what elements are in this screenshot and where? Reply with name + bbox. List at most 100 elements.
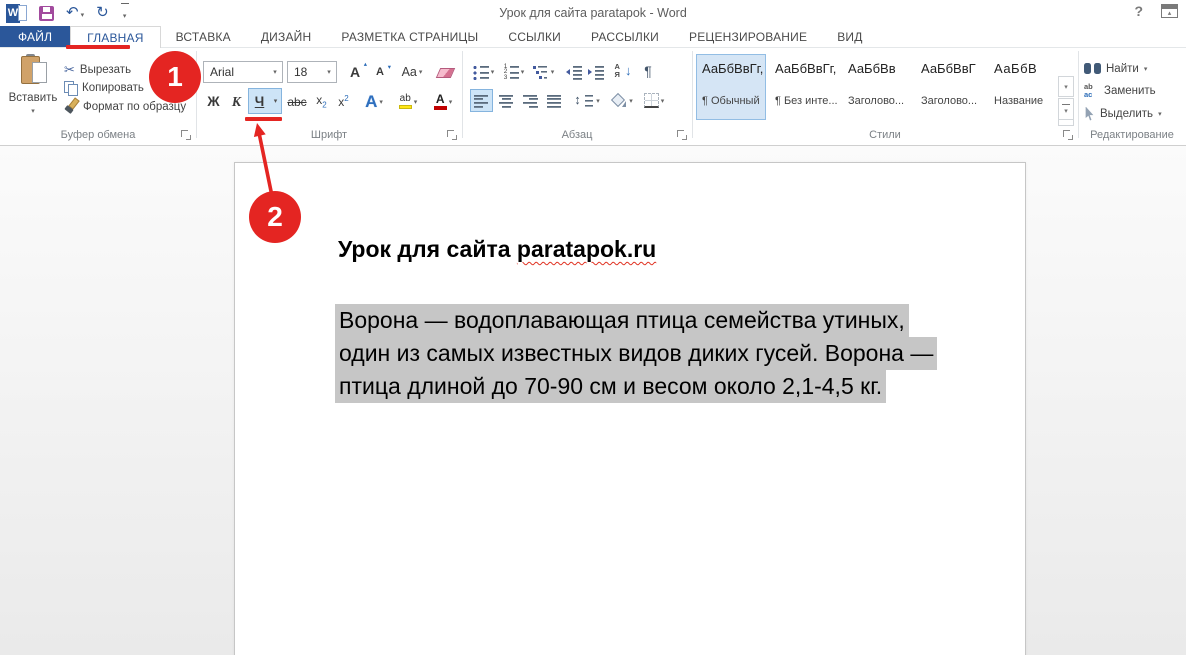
show-paragraph-marks-button[interactable]: ¶ xyxy=(638,61,658,81)
shrink-font-button[interactable]: А ▾ xyxy=(368,60,392,84)
multilevel-list-button[interactable]: ▾ xyxy=(530,62,557,82)
italic-button[interactable]: К xyxy=(226,90,247,113)
superscript-button[interactable]: x2 xyxy=(333,90,354,113)
redo-icon[interactable]: ↻ xyxy=(96,5,109,21)
borders-button[interactable]: ▾ xyxy=(640,89,668,112)
bullets-icon xyxy=(472,64,489,80)
underline-dropdown-icon[interactable]: ▾ xyxy=(270,97,281,105)
tab-home[interactable]: ГЛАВНАЯ xyxy=(70,26,161,48)
style-heading1[interactable]: АаБбВв Заголово... xyxy=(842,54,912,120)
align-right-button[interactable] xyxy=(519,89,542,112)
tab-file[interactable]: ФАЙЛ xyxy=(0,26,71,47)
sort-button[interactable]: А Я ↓ xyxy=(612,61,634,81)
underline-button[interactable]: Ч ▾ xyxy=(248,88,282,114)
change-case-button[interactable]: Aa ▾ xyxy=(396,60,428,84)
window-title: Урок для сайта paratapok - Word xyxy=(499,6,687,20)
word-logo-icon: W xyxy=(6,3,27,23)
paragraph-line[interactable]: птица длиной до 70-90 см и весом около 2… xyxy=(335,370,887,403)
tab-view[interactable]: ВИД xyxy=(822,26,877,47)
paragraph-line[interactable]: Ворона — водоплавающая птица семейства у… xyxy=(335,304,909,337)
justify-button[interactable] xyxy=(543,89,566,112)
format-painter-button[interactable]: Формат по образцу xyxy=(64,98,186,115)
tab-insert[interactable]: ВСТАВКА xyxy=(161,26,246,47)
clipboard-group-label: Буфер обмена xyxy=(60,129,136,141)
shading-button[interactable]: ▾ xyxy=(608,89,636,112)
paste-label: Вставить xyxy=(8,92,58,104)
styles-dialog-launcher-icon[interactable] xyxy=(1063,130,1073,140)
clear-formatting-button[interactable] xyxy=(434,60,456,84)
bold-button[interactable]: Ж xyxy=(203,90,224,113)
tab-references[interactable]: ССЫЛКИ xyxy=(493,26,576,47)
undo-dropdown-icon[interactable]: ▾ xyxy=(81,12,85,19)
clipboard-icon xyxy=(18,54,48,88)
decrease-indent-button[interactable] xyxy=(564,62,584,82)
pilcrow-icon: ¶ xyxy=(644,63,652,79)
highlight-icon: ab xyxy=(398,94,412,109)
copy-button[interactable]: Копировать xyxy=(64,79,144,96)
styles-scroll-down-icon[interactable]: ▾ xyxy=(1058,76,1074,97)
cut-button[interactable]: ✂ Вырезать xyxy=(64,61,131,78)
increase-indent-icon xyxy=(588,64,604,80)
editing-group-label: Редактирование xyxy=(1090,129,1174,141)
group-styles: АаБбВвГг, ¶ Обычный АаБбВвГг, ¶ Без инте… xyxy=(692,48,1078,145)
text-effects-button[interactable]: А ▾ xyxy=(359,90,389,113)
font-name-combobox[interactable]: Arial ▾ xyxy=(203,61,283,83)
customize-qat-button[interactable]: ▾ xyxy=(120,3,129,23)
title-bar: W ↶ ▾ ↻ ▾ Урок для сайта paratapok - Word… xyxy=(0,0,1186,26)
styles-more-icon[interactable]: ▾ xyxy=(1058,98,1074,120)
style-normal[interactable]: АаБбВвГг, ¶ Обычный xyxy=(696,54,766,120)
align-center-button[interactable] xyxy=(495,89,518,112)
tab-mailings[interactable]: РАССЫЛКИ xyxy=(576,26,674,47)
style-title[interactable]: АаБбВ Название xyxy=(988,54,1054,120)
save-icon[interactable] xyxy=(39,5,54,21)
select-button[interactable]: Выделить ▾ xyxy=(1084,105,1162,122)
paste-button[interactable]: Вставить ▾ xyxy=(7,52,59,126)
grow-font-button[interactable]: А ▴ xyxy=(343,60,367,84)
tab-review[interactable]: РЕЦЕНЗИРОВАНИЕ xyxy=(674,26,822,47)
tab-design[interactable]: ДИЗАЙН xyxy=(246,26,327,47)
bullets-button[interactable]: ▾ xyxy=(470,62,497,82)
font-color-button[interactable]: А ▾ xyxy=(427,90,459,113)
paragraph-line[interactable]: один из самых известных видов диких гусе… xyxy=(335,337,938,370)
document-area: Урок для сайта paratapok.ru Ворона — вод… xyxy=(0,146,1186,655)
ribbon-tab-bar: ФАЙЛ ГЛАВНАЯ ВСТАВКА ДИЗАЙН РАЗМЕТКА СТР… xyxy=(0,26,1186,48)
style-no-spacing[interactable]: АаБбВвГг, ¶ Без инте... xyxy=(769,54,839,120)
paragraph-dialog-launcher-icon[interactable] xyxy=(677,130,687,140)
subscript-button[interactable]: x2 xyxy=(311,90,332,113)
help-icon[interactable]: ? xyxy=(1134,3,1143,19)
text-highlight-button[interactable]: ab ▾ xyxy=(392,90,424,113)
tab-page-layout[interactable]: РАЗМЕТКА СТРАНИЦЫ xyxy=(326,26,493,47)
align-left-button[interactable] xyxy=(470,89,493,112)
font-name-dropdown-icon[interactable]: ▾ xyxy=(268,68,282,76)
word-window: W ↶ ▾ ↻ ▾ Урок для сайта paratapok - Word… xyxy=(0,0,1186,655)
font-size-dropdown-icon[interactable]: ▾ xyxy=(322,68,336,76)
eraser-icon xyxy=(437,66,453,78)
align-center-icon xyxy=(499,93,514,108)
paint-bucket-icon xyxy=(611,93,627,108)
font-size-combobox[interactable]: 18 ▾ xyxy=(287,61,337,83)
align-left-icon xyxy=(474,93,489,108)
increase-indent-button[interactable] xyxy=(586,62,606,82)
clipboard-dialog-launcher-icon[interactable] xyxy=(181,130,191,140)
decrease-indent-icon xyxy=(566,64,582,80)
scissors-icon: ✂ xyxy=(64,61,75,77)
font-dialog-launcher-icon[interactable] xyxy=(447,130,457,140)
misspelled-word[interactable]: paratapok.ru xyxy=(517,236,656,262)
paste-dropdown-icon[interactable]: ▾ xyxy=(31,108,35,115)
sort-icon: А Я ↓ xyxy=(614,62,632,79)
line-spacing-button[interactable]: ↕ ▾ xyxy=(572,89,602,112)
replace-button[interactable]: ab ac Заменить xyxy=(1084,82,1156,99)
ribbon-display-options-icon[interactable]: ▴ xyxy=(1161,4,1178,18)
undo-button[interactable]: ↶ ▾ xyxy=(66,4,84,22)
strikethrough-button[interactable]: abc xyxy=(284,90,310,113)
borders-icon xyxy=(643,93,659,108)
align-right-icon xyxy=(523,93,538,108)
cursor-arrow-icon xyxy=(1084,107,1095,121)
document-heading[interactable]: Урок для сайта paratapok.ru xyxy=(338,236,1025,263)
style-heading2[interactable]: АаБбВвГ Заголово... xyxy=(915,54,985,120)
find-button[interactable]: Найти ▾ xyxy=(1084,60,1147,77)
document-page[interactable]: Урок для сайта paratapok.ru Ворона — вод… xyxy=(234,162,1026,655)
font-color-icon: А xyxy=(433,93,447,110)
numbering-button[interactable]: 1 2 3 ▾ xyxy=(500,62,527,82)
selected-paragraph[interactable]: Ворона — водоплавающая птица семейства у… xyxy=(335,304,1025,403)
